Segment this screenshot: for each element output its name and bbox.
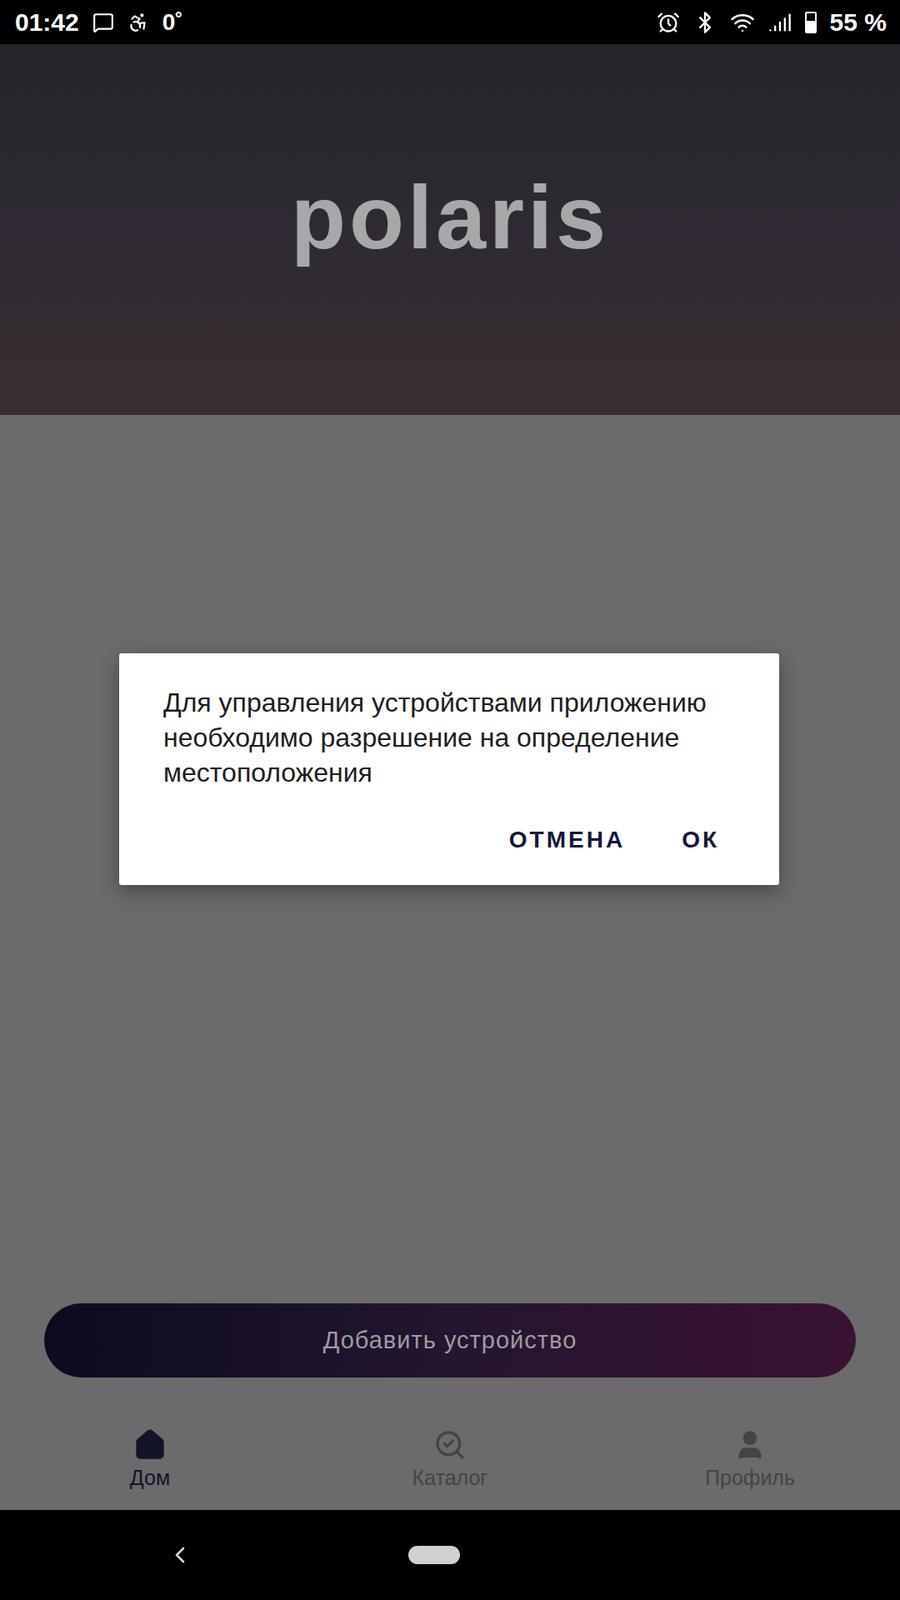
home-icon: [133, 1428, 167, 1462]
wifi-icon: [730, 10, 755, 35]
status-time: 01:42: [15, 7, 80, 38]
alarm-icon: [656, 10, 680, 35]
system-nav-bar: [0, 1510, 900, 1600]
dialog-button[interactable]: ОК: [671, 818, 730, 862]
dialog-buttons: ОТМЕНА ОК: [163, 818, 746, 862]
bluetooth-icon: [693, 10, 717, 35]
battery-percent: 55 %: [830, 7, 887, 38]
message-icon: [92, 11, 115, 34]
main-area: Добавить устройство: [0, 415, 900, 1409]
app-screen: 01:42 0˚ 55 % polaris Добавить устройство Дом…: [0, 0, 900, 1600]
status-right: 55 %: [656, 7, 887, 38]
search-add-icon: [433, 1428, 467, 1462]
permission-dialog: Для управления устройствами приложению н…: [119, 653, 780, 885]
nav-label: Каталог: [412, 1465, 489, 1490]
dialog-message: Для управления устройствами приложению н…: [163, 685, 746, 790]
status-temperature: 0˚: [162, 8, 184, 37]
nav-label: Дом: [130, 1465, 170, 1490]
battery-fill: [806, 20, 815, 31]
status-left: 01:42 0˚: [15, 7, 184, 38]
home-pill[interactable]: [408, 1545, 460, 1565]
status-bar: 01:42 0˚ 55 %: [0, 0, 900, 45]
dialog-button[interactable]: ОТМЕНА: [499, 818, 635, 862]
nav-item[interactable]: Профиль: [600, 1408, 900, 1510]
bottom-nav: Дом Каталог Профиль: [0, 1408, 900, 1510]
nav-label: Профиль: [705, 1465, 795, 1490]
signal-icon: [768, 10, 792, 35]
back-icon[interactable]: [166, 1541, 194, 1569]
person-icon: [733, 1428, 767, 1462]
nav-item[interactable]: Дом: [0, 1408, 300, 1510]
header-banner: polaris: [0, 44, 900, 415]
battery-icon: [805, 11, 817, 34]
brand-logo: polaris: [290, 163, 610, 297]
add-device-button[interactable]: Добавить устройство: [44, 1303, 856, 1378]
nav-item[interactable]: Каталог: [300, 1408, 600, 1510]
figure-icon: [127, 11, 150, 34]
